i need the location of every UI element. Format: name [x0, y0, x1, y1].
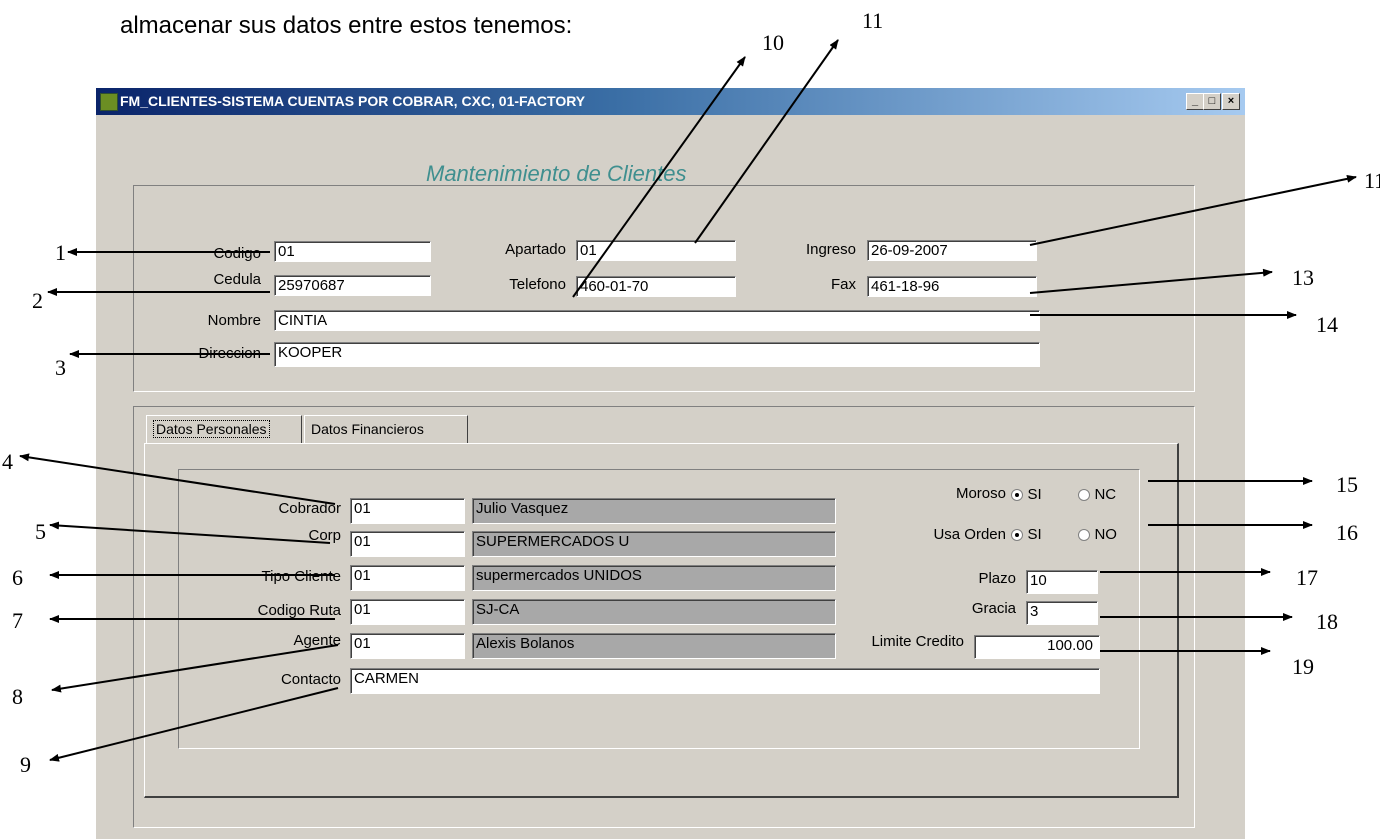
arrow-5 [49, 521, 331, 544]
arrow-4 [19, 453, 336, 505]
callout-arrows [19, 39, 1357, 762]
arrow-11-right [1029, 174, 1357, 246]
arrow-11 [694, 39, 839, 244]
arrow-13 [1029, 268, 1273, 294]
arrow-9 [49, 687, 339, 762]
arrow-10 [572, 56, 746, 298]
arrow-8 [51, 644, 339, 693]
